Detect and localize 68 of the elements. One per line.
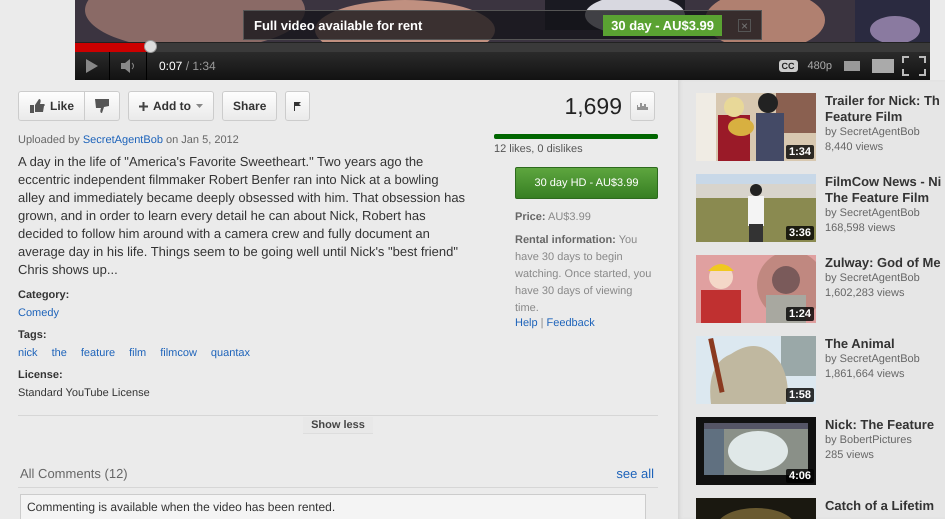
field-label: Category: bbox=[18, 289, 70, 301]
comments-heading: All Comments (12) bbox=[20, 466, 128, 481]
price-text: Price: AU$3.99 bbox=[515, 210, 592, 225]
time-display: 0:07 / 1:34 bbox=[159, 59, 216, 73]
tag-link[interactable]: nick bbox=[18, 347, 38, 359]
video-title-link[interactable]: The Feature Film bbox=[825, 190, 942, 206]
comment-notice: Commenting is available when the video has been rented. bbox=[20, 494, 646, 519]
show-less-button[interactable]: Show less bbox=[303, 417, 373, 434]
video-title-link[interactable]: Zulway: God of Me bbox=[825, 255, 941, 271]
video-title-link[interactable]: Catch of a Lifetim bbox=[825, 498, 934, 514]
video-author: by SecretAgentBob bbox=[825, 206, 921, 221]
view-count: 1,861,664 views bbox=[825, 367, 906, 382]
rental-info: Rental information: You have 30 days to begin watching. Once started, you have 30 days of viewing time. bbox=[515, 233, 652, 316]
video-author: by SecretAgentBob bbox=[825, 271, 921, 286]
video-author: by BobertPictures bbox=[825, 433, 913, 448]
thumbs-down-icon bbox=[95, 99, 110, 113]
plus-icon bbox=[139, 102, 148, 110]
view-count: 8,440 views bbox=[825, 140, 884, 155]
video-title-link[interactable]: Nick: The Feature bbox=[825, 417, 934, 433]
quality-button[interactable]: 480p bbox=[808, 60, 832, 72]
share-button[interactable]: Share bbox=[222, 91, 278, 121]
view-count: 1,602,283 views bbox=[825, 286, 906, 301]
rent-hd-button[interactable]: 30 day HD - AU$3.99 bbox=[515, 167, 658, 199]
video-duration: 4:06 bbox=[786, 469, 814, 483]
flag-icon bbox=[294, 102, 302, 110]
field-label: License: bbox=[18, 369, 64, 381]
view-count: 285 views bbox=[825, 448, 875, 463]
feedback-link[interactable]: Feedback bbox=[546, 317, 595, 329]
view-count: 1,699 bbox=[564, 92, 622, 120]
captions-button[interactable]: CC bbox=[778, 60, 798, 72]
volume-icon[interactable] bbox=[120, 59, 136, 73]
tag-link[interactable]: feature bbox=[80, 347, 116, 359]
video-title-link[interactable]: FilmCow News - Ni bbox=[825, 174, 942, 190]
see-all-link[interactable]: see all bbox=[616, 466, 654, 481]
thumbs-up-icon bbox=[29, 99, 45, 113]
likes-count: 12 likes, 0 dislikes bbox=[494, 143, 584, 155]
view-count: 168,598 views bbox=[825, 221, 896, 236]
dislike-button[interactable] bbox=[85, 91, 120, 121]
upload-info: Uploaded by SecretAgentBob on Jan 5, 2012 bbox=[18, 134, 240, 146]
stats-button[interactable] bbox=[630, 91, 655, 121]
flag-button[interactable] bbox=[285, 91, 310, 121]
uploader-link[interactable]: SecretAgentBob bbox=[82, 134, 163, 146]
video-author: by SecretAgentBob bbox=[825, 125, 921, 140]
tag-link[interactable]: quantax bbox=[210, 347, 250, 359]
video-duration: 1:58 bbox=[786, 388, 814, 402]
video-title-link[interactable]: The Animal bbox=[825, 336, 920, 352]
tag-link[interactable]: the bbox=[52, 347, 67, 359]
video-duration: 1:24 bbox=[786, 307, 814, 321]
field-label: Tags: bbox=[18, 329, 48, 341]
tag-link[interactable]: film bbox=[129, 347, 146, 359]
fullscreen-icon[interactable] bbox=[902, 56, 926, 76]
video-duration: 3:36 bbox=[786, 226, 814, 240]
category-link[interactable]: Comedy bbox=[18, 307, 59, 319]
add-to-button[interactable]: Add to bbox=[128, 91, 214, 121]
video-title-link[interactable]: Trailer for Nick: Th bbox=[825, 93, 940, 109]
like-button[interactable]: Like bbox=[18, 91, 86, 121]
video-author: by SecretAgentBob bbox=[825, 352, 920, 367]
tag-link[interactable]: filmcow bbox=[160, 347, 197, 359]
video-duration: 1:34 bbox=[786, 145, 814, 159]
play-icon[interactable] bbox=[85, 58, 99, 74]
video-description: A day in the life of "America's Favorite Sweetheart." Two years ago the eccentric independent filmmaker Robert Benfer ran into Nick at a bowling alley and immediately became deeply obsessed with him. That obsession has grown, and in order to learn every detail he can about Nick, Robert has decided to follow him around with a camera crew and fully document an average day in his life. Things seem to be going well until Nick's "best friend" Chris shows up... bbox=[18, 153, 466, 279]
license-text: Standard YouTube License bbox=[18, 387, 151, 399]
caret-icon bbox=[196, 104, 204, 108]
video-title-link[interactable]: Feature Film bbox=[825, 109, 940, 125]
link-separator: | bbox=[540, 317, 544, 329]
rent-message: Full video available for rent bbox=[254, 18, 424, 32]
help-link[interactable]: Help bbox=[515, 317, 538, 329]
bar-chart-icon bbox=[637, 102, 648, 110]
